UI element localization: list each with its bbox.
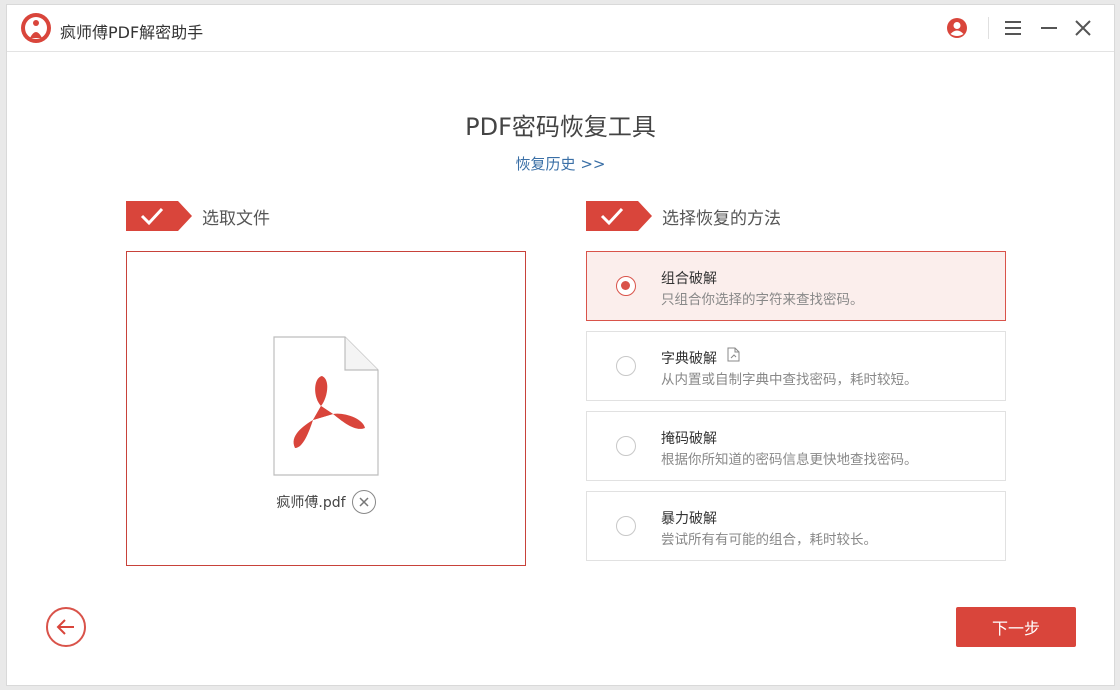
- recovery-history-link[interactable]: 恢复历史 >>: [7, 153, 1114, 174]
- option-title: 组合破解: [661, 271, 717, 287]
- close-icon[interactable]: [1070, 15, 1096, 41]
- menu-icon[interactable]: [1000, 15, 1026, 41]
- option-description: 根据你所知道的密码信息更快地查找密码。: [661, 452, 918, 468]
- titlebar-divider: [988, 17, 989, 39]
- check-icon: [586, 201, 652, 231]
- radio-button[interactable]: [616, 356, 636, 376]
- radio-button[interactable]: [616, 516, 636, 536]
- option-dictionary-attack[interactable]: 字典破解 从内置或自制字典中查找密码，耗时较短。: [586, 331, 1006, 401]
- title-bar: 疯师傅PDF解密助手: [7, 5, 1114, 52]
- step-select-file: 选取文件: [126, 200, 270, 232]
- page-title: PDF密码恢复工具: [465, 113, 656, 141]
- option-description: 只组合你选择的字符来查找密码。: [661, 292, 864, 308]
- app-logo-icon: [21, 13, 51, 43]
- minimize-icon[interactable]: [1036, 15, 1062, 41]
- radio-dot: [621, 281, 630, 290]
- radio-button[interactable]: [616, 436, 636, 456]
- radio-button[interactable]: [616, 276, 636, 296]
- file-icon[interactable]: [727, 347, 741, 362]
- back-button[interactable]: [46, 607, 86, 647]
- step-select-method: 选择恢复的方法: [586, 200, 781, 232]
- option-title: 字典破解: [661, 351, 717, 367]
- selected-file-row: 疯师傅.pdf: [127, 490, 525, 514]
- file-drop-area[interactable]: 疯师傅.pdf: [126, 251, 526, 566]
- account-icon[interactable]: [944, 15, 970, 41]
- option-description: 从内置或自制字典中查找密码，耗时较短。: [661, 372, 918, 388]
- app-title: 疯师傅PDF解密助手: [60, 23, 204, 42]
- step-label: 选取文件: [202, 208, 270, 229]
- remove-file-button[interactable]: [351, 490, 376, 514]
- option-title: 暴力破解: [661, 511, 717, 527]
- next-step-button[interactable]: 下一步: [956, 607, 1076, 647]
- option-combination-attack[interactable]: 组合破解 只组合你选择的字符来查找密码。: [586, 251, 1006, 321]
- option-mask-attack[interactable]: 掩码破解 根据你所知道的密码信息更快地查找密码。: [586, 411, 1006, 481]
- option-description: 尝试所有有可能的组合，耗时较长。: [661, 532, 877, 548]
- app-window: 疯师傅PDF解密助手 PDF密码恢复工具 恢复历史 >> 选取文件 选择恢复的方…: [6, 4, 1115, 686]
- check-icon: [126, 201, 192, 231]
- arrow-left-icon: [56, 619, 74, 635]
- option-title: 掩码破解: [661, 431, 717, 447]
- option-brute-force-attack[interactable]: 暴力破解 尝试所有有可能的组合，耗时较长。: [586, 491, 1006, 561]
- file-name: 疯师傅.pdf: [276, 495, 346, 511]
- step-label: 选择恢复的方法: [662, 208, 781, 229]
- pdf-file-icon: [273, 336, 379, 476]
- close-icon: [359, 497, 369, 507]
